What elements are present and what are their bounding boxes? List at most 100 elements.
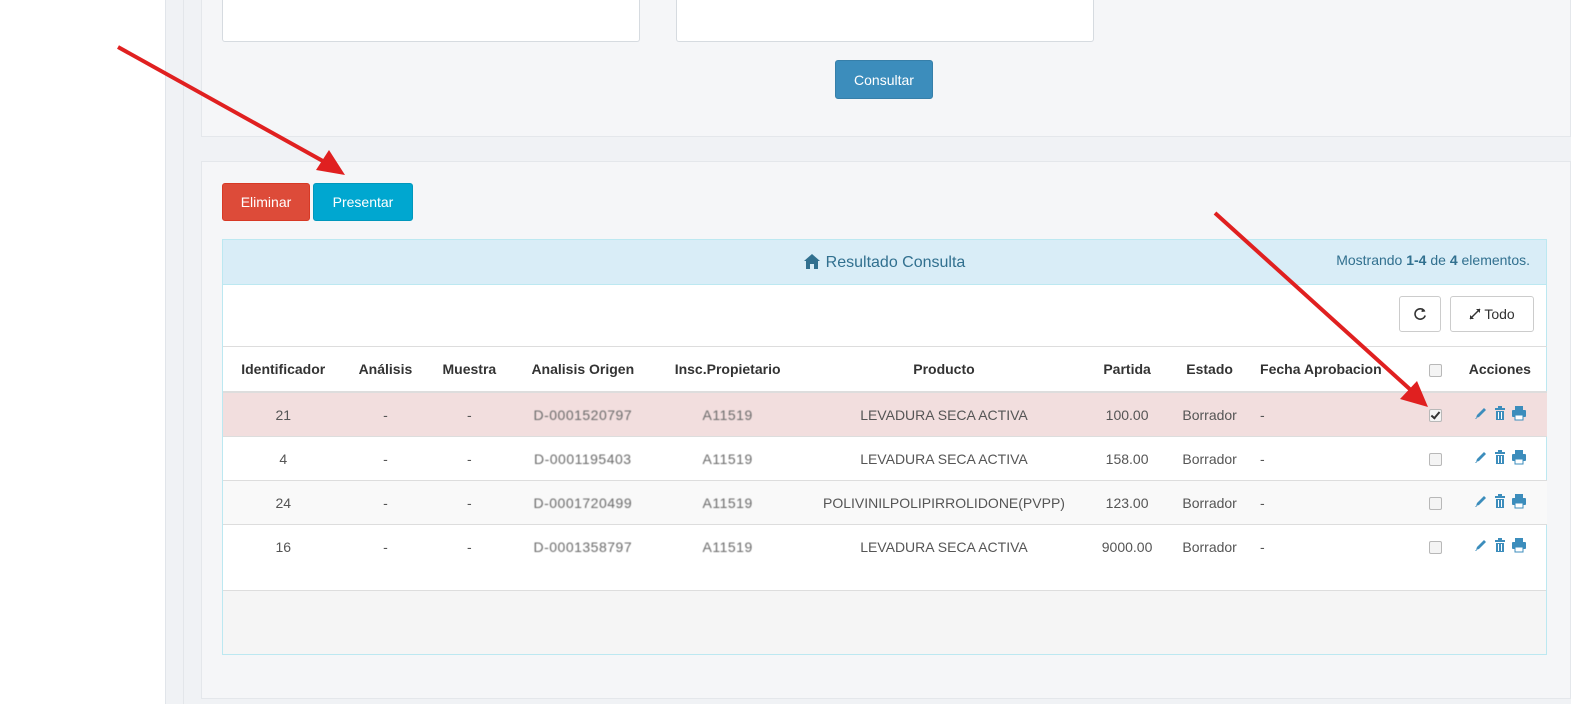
table-row[interactable]: 16- - D-0001358797 A11519 LEVADURA SECA ACTI… (223, 524, 1547, 568)
cell-identificador: 21 (223, 391, 344, 437)
cell-muestra: - (427, 436, 512, 481)
home-icon (803, 254, 820, 274)
cell-analisis-origen-value: D-0001195403 (533, 450, 632, 467)
cell-estado: Borrador (1167, 436, 1253, 481)
header-analisis[interactable]: Análisis (343, 346, 428, 393)
table-row[interactable]: 21- - D-0001520797 A11519 LEVADURA SECA ACTI… (223, 391, 1547, 437)
edit-icon[interactable] (1473, 537, 1489, 553)
table-row[interactable]: 4- - D-0001195403 A11519 LEVADURA SECA ACTIV… (223, 436, 1547, 481)
cell-fecha-aprobacion: - (1252, 391, 1418, 437)
header-identificador[interactable]: Identificador (223, 346, 344, 393)
cell-acciones (1452, 391, 1547, 437)
consultar-button[interactable]: Consultar (835, 60, 933, 99)
print-icon[interactable] (1511, 449, 1527, 465)
header-insc-propietario[interactable]: Insc.Propietario (654, 346, 801, 393)
cell-producto: LEVADURA SECA ACTIVA (800, 524, 1087, 568)
cell-insc-propietario-value: A11519 (702, 406, 753, 423)
cell-identificador: 16 (223, 524, 344, 568)
cell-muestra: - (427, 391, 512, 437)
cell-insc-propietario: A11519 (654, 436, 801, 481)
cell-estado: Borrador (1167, 524, 1253, 568)
trash-icon[interactable] (1492, 449, 1508, 465)
edit-icon[interactable] (1473, 405, 1489, 421)
summary-prefix: Mostrando (1336, 252, 1407, 268)
cell-fecha-aprobacion: - (1252, 436, 1418, 481)
panel-heading: Resultado Consulta Mostrando 1-4 de 4 el… (223, 240, 1546, 285)
cell-estado: Borrador (1167, 391, 1253, 437)
expand-icon (1469, 308, 1481, 320)
print-icon[interactable] (1511, 537, 1527, 553)
header-muestra[interactable]: Muestra (427, 346, 512, 393)
cell-muestra: - (427, 480, 512, 525)
print-icon[interactable] (1511, 493, 1527, 509)
cell-acciones (1452, 436, 1547, 481)
cell-partida: 100.00 (1086, 391, 1168, 437)
refresh-icon (1414, 308, 1426, 320)
cell-partida: 158.00 (1086, 436, 1168, 481)
cell-select (1417, 524, 1453, 568)
cell-select (1417, 391, 1453, 437)
cell-analisis-origen: D-0001358797 (511, 524, 655, 568)
summary-total: 4 (1449, 252, 1458, 268)
print-icon[interactable] (1511, 405, 1527, 421)
cell-partida: 123.00 (1086, 480, 1168, 525)
header-estado[interactable]: Estado (1167, 346, 1253, 393)
cell-analisis-origen-value: D-0001720499 (533, 494, 633, 511)
summary-range: 1-4 (1406, 252, 1427, 268)
cell-fecha-aprobacion: - (1252, 524, 1418, 568)
pagination-summary: Mostrando 1-4 de 4 elementos. (1336, 252, 1530, 268)
toggle-all-button[interactable]: Todo (1450, 296, 1534, 332)
cell-insc-propietario: A11519 (654, 524, 801, 568)
cell-analisis-origen-value: D-0001520797 (533, 406, 633, 423)
results-panel: Resultado Consulta Mostrando 1-4 de 4 el… (222, 239, 1547, 655)
cell-analisis: - (343, 480, 428, 525)
edit-icon[interactable] (1473, 493, 1489, 509)
row-checkbox[interactable] (1428, 497, 1442, 511)
cell-analisis: - (343, 524, 428, 568)
panel-title-text: Resultado Consulta (825, 254, 966, 271)
trash-icon[interactable] (1492, 493, 1508, 509)
cell-producto: POLIVINILPOLIPIRROLIDONE(PVPP) (800, 480, 1087, 525)
refresh-button[interactable] (1399, 296, 1441, 332)
cell-select (1417, 480, 1453, 525)
trash-icon[interactable] (1492, 405, 1508, 421)
cell-fecha-aprobacion: - (1252, 480, 1418, 525)
header-select-all[interactable] (1417, 346, 1453, 393)
table-row[interactable]: 24- - D-0001720499 A11519 POLIVINILPOLIPIRRO… (223, 480, 1547, 525)
row-checkbox[interactable] (1428, 453, 1442, 467)
panel-footer (223, 590, 1546, 654)
cell-analisis: - (343, 391, 428, 437)
cell-estado: Borrador (1167, 480, 1253, 525)
summary-mid: de (1426, 252, 1450, 268)
row-checkbox[interactable] (1428, 409, 1442, 423)
row-checkbox[interactable] (1428, 541, 1442, 555)
table-header-row: Identificador Análisis Muestra Analisis … (223, 346, 1547, 393)
cell-producto: LEVADURA SECA ACTIVA (800, 436, 1087, 481)
cell-muestra: - (427, 524, 512, 568)
select-all-checkbox[interactable] (1428, 363, 1442, 377)
header-analisis-origen[interactable]: Analisis Origen (511, 346, 655, 393)
presentar-button[interactable]: Presentar (313, 183, 413, 221)
cell-insc-propietario-value: A11519 (702, 450, 753, 467)
todo-label: Todo (1484, 306, 1515, 322)
cell-insc-propietario: A11519 (654, 391, 801, 437)
cell-acciones (1452, 480, 1547, 525)
cell-producto: LEVADURA SECA ACTIVA (800, 391, 1087, 437)
content-divider (183, 0, 184, 704)
filter-field-left[interactable] (222, 0, 640, 42)
cell-insc-propietario-value: A11519 (702, 538, 753, 555)
cell-analisis-origen: D-0001720499 (511, 480, 655, 525)
header-fecha-aprobacion[interactable]: Fecha Aprobacion (1252, 346, 1418, 393)
results-table: Identificador Análisis Muestra Analisis … (223, 346, 1547, 568)
header-producto[interactable]: Producto (800, 346, 1087, 393)
cell-analisis-origen-value: D-0001358797 (533, 538, 633, 555)
edit-icon[interactable] (1473, 449, 1489, 465)
header-partida[interactable]: Partida (1086, 346, 1168, 393)
filter-field-right[interactable] (676, 0, 1094, 42)
cell-select (1417, 436, 1453, 481)
left-sidebar (0, 0, 166, 704)
trash-icon[interactable] (1492, 537, 1508, 553)
header-acciones: Acciones (1452, 346, 1547, 393)
cell-identificador: 24 (223, 480, 344, 525)
eliminar-button[interactable]: Eliminar (222, 183, 310, 221)
